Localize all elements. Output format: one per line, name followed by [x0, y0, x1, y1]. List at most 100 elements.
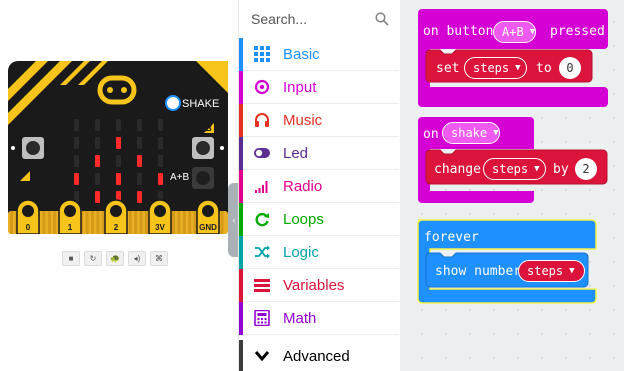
button-b-dot [220, 146, 224, 150]
category-color-bar [239, 71, 243, 104]
category-logic[interactable]: Logic [239, 236, 399, 269]
category-radio[interactable]: Radio [239, 170, 399, 203]
category-label: Music [283, 112, 323, 129]
dropdown-value: steps [492, 162, 529, 176]
led-on [74, 173, 79, 185]
connector-tooth [85, 211, 89, 234]
connector-tooth [128, 211, 132, 234]
connector-tooth [172, 211, 175, 234]
logo-eye [121, 87, 127, 93]
connector-tooth [134, 211, 138, 234]
variable-dropdown[interactable]: steps ▼ [464, 57, 527, 79]
led-off [158, 137, 163, 149]
led-off [158, 155, 163, 167]
dropdown-value: steps [527, 264, 564, 278]
list-icon [254, 279, 270, 292]
led-on [95, 191, 100, 203]
grid-icon [254, 46, 270, 62]
pin-label: 0 [26, 223, 31, 232]
pin-label: 3V [155, 223, 165, 232]
category-led[interactable]: Led [239, 137, 399, 170]
category-label: Led [283, 145, 309, 162]
led-on [116, 173, 121, 185]
category-variables[interactable]: Variables [239, 269, 399, 302]
category-color-bar [239, 137, 243, 170]
number-input[interactable]: 2 [575, 158, 597, 180]
toggle-icon [254, 148, 270, 158]
button-a[interactable] [26, 141, 40, 155]
chevron-down-icon [254, 351, 270, 362]
category-color-bar [239, 269, 243, 302]
button-b-label: B [206, 124, 212, 133]
button-b[interactable] [196, 141, 210, 155]
connector-tooth [10, 211, 13, 234]
dropdown-arrow-icon: ▼ [534, 164, 540, 174]
category-color-bar [239, 38, 243, 71]
led-off [74, 119, 79, 131]
pin-hole [202, 205, 214, 217]
pin-label: 1 [68, 223, 73, 232]
led-off [74, 137, 79, 149]
category-color-bar [239, 203, 243, 236]
number-input[interactable]: 0 [559, 57, 581, 79]
variable-dropdown[interactable]: steps ▼ [483, 158, 546, 180]
mute-icon[interactable]: ◂) [128, 251, 146, 266]
category-color-bar [239, 236, 243, 269]
led-off [95, 137, 100, 149]
connector-tooth [220, 211, 224, 234]
logo-eye [107, 87, 113, 93]
category-color-bar [239, 170, 243, 203]
stop-icon[interactable]: ■ [62, 251, 80, 266]
led-off [95, 173, 100, 185]
category-color-bar [239, 340, 243, 371]
gesture-dropdown[interactable]: shake ▼ [442, 122, 500, 144]
category-basic[interactable]: Basic [239, 38, 399, 71]
led-off [137, 173, 142, 185]
block-label: pressed [550, 24, 605, 39]
toolbox: Basic Input Music Led [238, 0, 400, 371]
category-music[interactable]: Music [239, 104, 399, 137]
connector-tooth [53, 211, 57, 234]
category-input[interactable]: Input [239, 71, 399, 104]
button-ab-label: A+B [170, 172, 190, 183]
shake-label: SHAKE [182, 98, 219, 110]
connector-tooth [193, 211, 197, 234]
pin-hole [154, 205, 166, 217]
simulator-panel: SHAKE B A+B 0 1 2 3V GND ■ ↻ 🐢 ◂) ⌘ ‹ [0, 0, 240, 371]
led-off [137, 119, 142, 131]
search-icon[interactable] [375, 12, 389, 26]
refresh-icon [255, 212, 269, 227]
category-label: Variables [283, 277, 345, 294]
category-label: Loops [283, 211, 324, 228]
connector-tooth [145, 211, 148, 234]
category-math[interactable]: Math [239, 302, 399, 335]
fullscreen-icon[interactable]: ⌘ [150, 251, 168, 266]
dropdown-arrow-icon: ▼ [515, 63, 521, 73]
button-dropdown[interactable]: A+B ▼ [493, 21, 537, 43]
block-label: by [553, 162, 569, 177]
dropdown-arrow-icon: ▼ [529, 27, 536, 37]
dropdown-arrow-icon: ▼ [493, 128, 499, 138]
category-label: Math [283, 310, 317, 327]
category-loops[interactable]: Loops [239, 203, 399, 236]
led-off [74, 155, 79, 167]
shake-button[interactable] [165, 95, 181, 111]
blocks-workspace[interactable]: on button A+B ▼ pressed set steps ▼ to 0 o… [400, 0, 624, 371]
led-off [137, 137, 142, 149]
block-label: change [434, 162, 481, 177]
led-off [158, 119, 163, 131]
connector-tooth [47, 211, 51, 234]
category-label: Input [283, 79, 317, 96]
category-label: Advanced [283, 348, 350, 365]
category-advanced[interactable]: Advanced [239, 340, 399, 371]
category-label: Radio [283, 178, 323, 195]
headphones-icon [255, 113, 269, 127]
connector-tooth [139, 211, 143, 234]
restart-icon[interactable]: ↻ [84, 251, 102, 266]
shuffle-icon [255, 245, 270, 259]
led-on [95, 155, 100, 167]
button-ab[interactable] [196, 171, 210, 185]
led-on [137, 155, 142, 167]
slowmo-icon[interactable]: 🐢 [106, 251, 124, 266]
variable-reporter[interactable]: steps ▼ [518, 260, 585, 282]
